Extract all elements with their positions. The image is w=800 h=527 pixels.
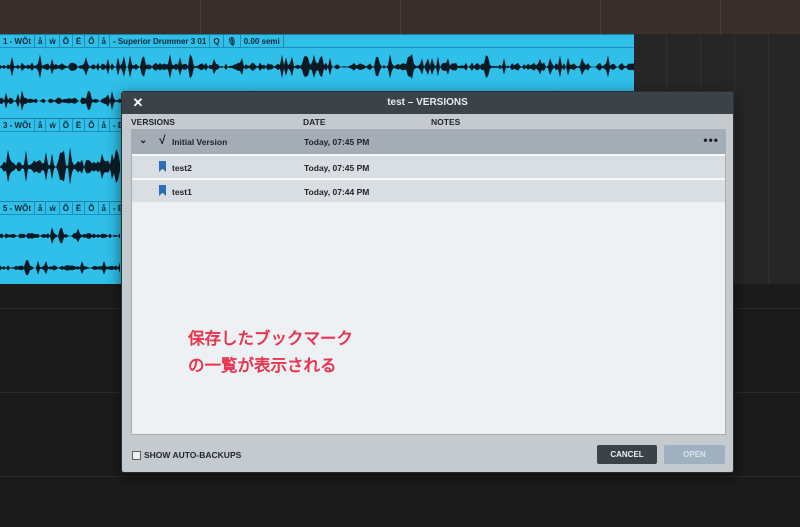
transpose-value: 0.00 semi [241, 35, 284, 48]
column-date[interactable]: DATE [303, 117, 326, 127]
event-flag: å [35, 119, 47, 132]
checkmark-icon: √ [159, 133, 166, 147]
column-notes[interactable]: NOTES [431, 117, 460, 127]
version-name: Initial Version [172, 137, 228, 147]
event-flag: Õ [60, 35, 73, 48]
column-headers: VERSIONS DATE NOTES [122, 114, 733, 128]
event-name: 1 - WÕt [0, 35, 35, 48]
annotation-text: 保存したブックマーク の一覧が表示される [188, 326, 353, 380]
event-flag: å [99, 119, 110, 132]
event-flag: ẃ [46, 202, 60, 215]
version-name: test2 [172, 163, 192, 173]
chevron-down-icon[interactable]: ⌄ [139, 135, 147, 146]
event-flag: Õ [85, 119, 99, 132]
event-flag: Õ [85, 202, 99, 215]
event-flag: Õ [60, 119, 73, 132]
event-flag: Ë [73, 35, 86, 48]
open-button[interactable]: OPEN [664, 445, 725, 464]
event-name: 3 - WÕt [0, 119, 35, 132]
event-flag: å [35, 202, 47, 215]
cancel-button[interactable]: CANCEL [597, 445, 657, 464]
column-versions[interactable]: VERSIONS [131, 117, 175, 127]
checkbox-label: SHOW AUTO-BACKUPS [144, 450, 242, 460]
dialog-footer: SHOW AUTO-BACKUPS CANCEL OPEN [122, 438, 733, 472]
dialog-titlebar: ✕ test – VERSIONS [122, 92, 733, 114]
version-row-test1[interactable]: test1 Today, 07:44 PM [132, 178, 725, 202]
checkbox-icon[interactable] [132, 450, 141, 460]
bookmark-icon [159, 185, 166, 196]
close-icon[interactable]: ✕ [130, 95, 146, 111]
versions-dialog: ✕ test – VERSIONS VERSIONS DATE NOTES ⌄ … [121, 91, 734, 473]
annotation-line: 保存したブックマーク [188, 330, 353, 348]
mic-icon: 🎙 [224, 35, 241, 48]
dialog-title: test – VERSIONS [387, 97, 468, 108]
event-flag: ẃ [46, 35, 60, 48]
version-row-initial[interactable]: ⌄ √ Initial Version Today, 07:45 PM ••• [132, 130, 725, 154]
event-title: - Superior Drummer 3 01 [110, 35, 211, 48]
timeline-ruler[interactable] [0, 0, 800, 34]
version-name: test1 [172, 187, 192, 197]
event-flag: Ë [73, 119, 86, 132]
annotation-line: の一覧が表示される [188, 357, 337, 375]
version-date: Today, 07:44 PM [304, 187, 370, 197]
version-row-test2[interactable]: test2 Today, 07:45 PM [132, 154, 725, 178]
event-name: 5 - WÕt [0, 202, 35, 215]
version-date: Today, 07:45 PM [304, 137, 370, 147]
quantize-flag: Q [210, 35, 224, 48]
event-header-track-1: 1 - WÕt å ẃ Õ Ë Õå - Superior Drummer 3 01 Q 🎙 0.… [0, 35, 634, 48]
event-flag: å [35, 35, 47, 48]
event-flag: ẃ [46, 119, 60, 132]
event-flag: Õ [60, 202, 73, 215]
event-flag: Õ [85, 35, 99, 48]
event-flag: å [99, 35, 110, 48]
more-options-icon[interactable]: ••• [703, 133, 719, 147]
event-flag: Ë [73, 202, 86, 215]
daw-window: 1 - WÕt å ẃ Õ Ë Õå - Superior Drummer 3 01 Q 🎙 0.… [0, 0, 800, 527]
version-date: Today, 07:45 PM [304, 163, 370, 173]
show-auto-backups-checkbox[interactable]: SHOW AUTO-BACKUPS [132, 448, 241, 462]
versions-list: ⌄ √ Initial Version Today, 07:45 PM ••• … [131, 129, 726, 435]
event-flag: å [99, 202, 110, 215]
bookmark-icon [159, 161, 166, 172]
